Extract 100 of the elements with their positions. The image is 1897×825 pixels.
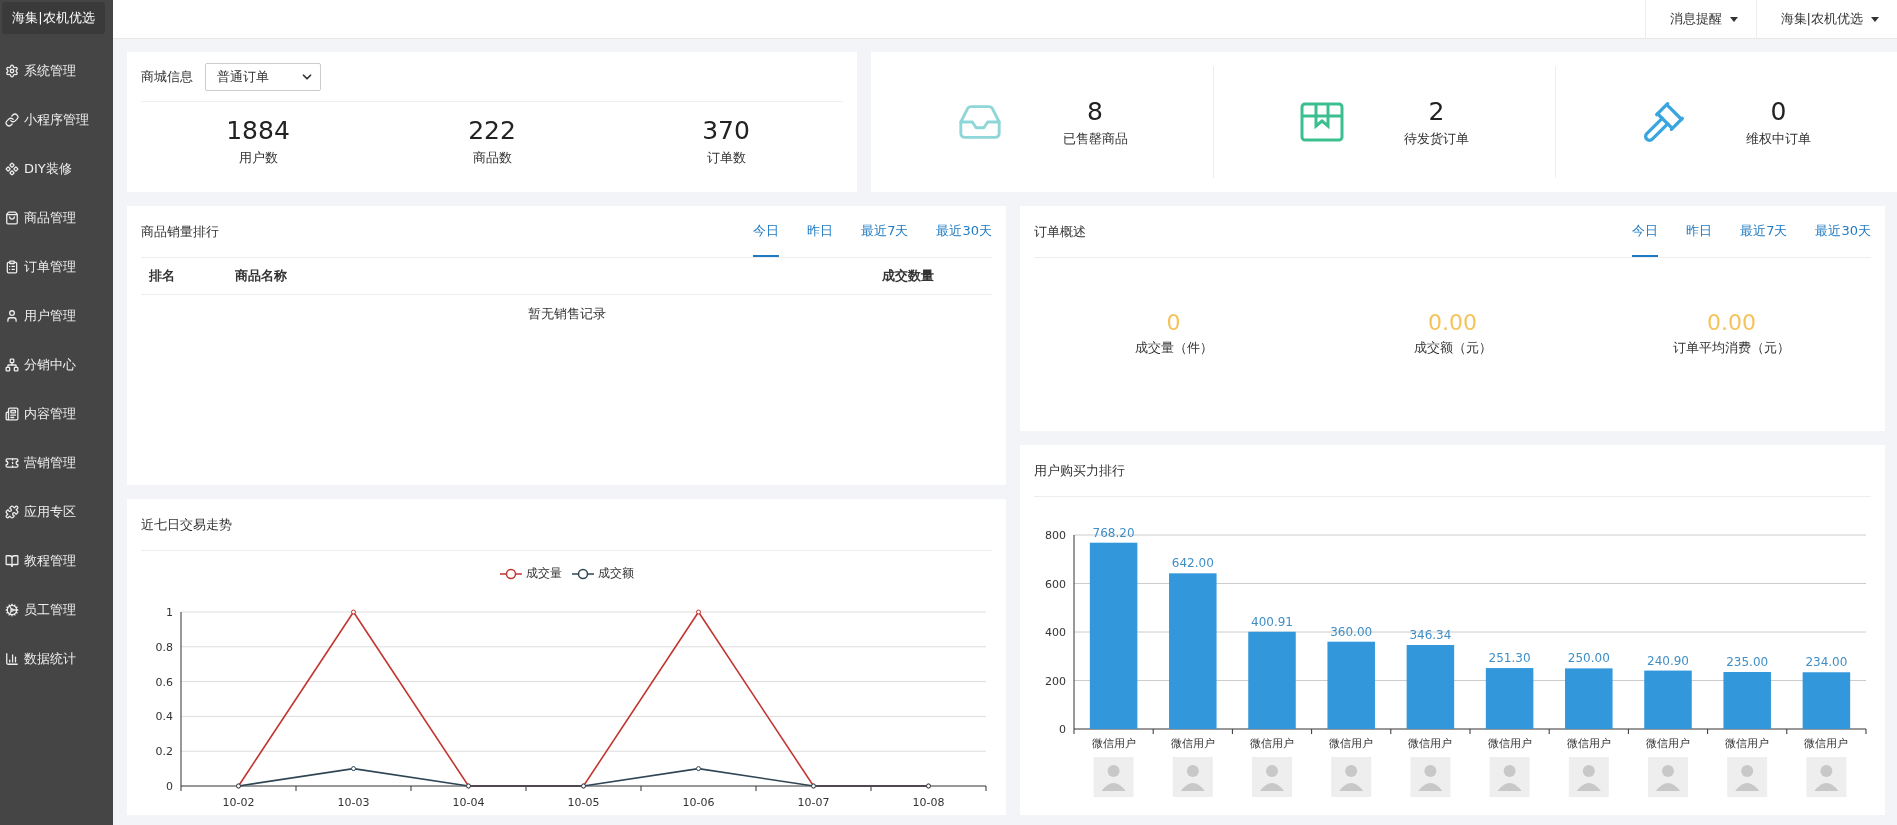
nav-item[interactable]: 用户管理 <box>0 291 113 340</box>
stat-label: 维权中订单 <box>1746 129 1811 148</box>
nav-item[interactable]: 系统管理 <box>0 46 113 95</box>
cog-icon <box>5 602 19 617</box>
period-tab[interactable]: 今日 <box>753 206 780 257</box>
nav-item[interactable]: 商品管理 <box>0 193 113 242</box>
gear-icon <box>5 63 19 78</box>
header-menu[interactable]: 消息提醒 <box>1644 0 1756 38</box>
nav-item[interactable]: 订单管理 <box>0 242 113 291</box>
nav-item[interactable]: 内容管理 <box>0 389 113 438</box>
legend-marker-icon <box>571 567 594 580</box>
axis-tick-label: 1 <box>166 606 173 619</box>
bar-value-label: 400.91 <box>1251 614 1293 629</box>
bar-value-label: 346.34 <box>1409 628 1452 642</box>
diamond-icon <box>5 161 19 176</box>
bar-value-label: 768.20 <box>1092 525 1135 540</box>
legend-marker-icon <box>499 567 522 580</box>
card-title: 商城信息 <box>141 67 193 86</box>
metric-value: 0.00 <box>1428 310 1477 335</box>
bar-value-label: 360.00 <box>1330 624 1373 639</box>
avatar-icon <box>1727 757 1768 797</box>
avatar-icon <box>1489 757 1530 797</box>
header-menu[interactable]: 海集|农机优选 <box>1755 0 1897 38</box>
metric-value: 0.00 <box>1707 310 1756 335</box>
axis-tick-label: 10-08 <box>912 796 945 809</box>
axis-tick-label: 800 <box>1045 529 1066 542</box>
avatar-icon <box>1252 757 1292 797</box>
bag-icon <box>5 210 19 225</box>
stat-value: 8 <box>1087 96 1103 126</box>
axis-tick-label: 10-05 <box>567 796 600 809</box>
period-tab[interactable]: 昨日 <box>1686 206 1713 257</box>
column-header: 排名 <box>149 267 176 285</box>
axis-tick-label: 600 <box>1045 577 1066 591</box>
axis-tick-label: 微信用户 <box>1250 737 1294 750</box>
nav-item[interactable]: 小程序管理 <box>0 95 113 144</box>
period-tab[interactable]: 最近30天 <box>936 206 992 257</box>
axis-tick-label: 0 <box>166 780 173 793</box>
axis-tick-label: 0.6 <box>155 675 173 689</box>
bar-value-label: 250.00 <box>1567 651 1610 666</box>
ticket-icon <box>5 455 19 470</box>
stat-value: 1884 <box>226 116 290 145</box>
period-tab[interactable]: 最近30天 <box>1815 206 1871 257</box>
package-icon <box>1300 102 1344 142</box>
axis-tick-label: 微信用户 <box>1646 737 1690 750</box>
axis-tick-label: 微信用户 <box>1804 737 1849 750</box>
column-header: 商品名称 <box>235 267 288 285</box>
axis-tick-label: 微信用户 <box>1329 737 1374 750</box>
stat-label: 已售罄商品 <box>1062 129 1128 148</box>
stat-value: 2 <box>1428 96 1445 126</box>
period-tab[interactable]: 最近7天 <box>1740 206 1788 257</box>
brand-label: 海集|农机优选 <box>2 2 105 34</box>
order-type-select[interactable]: 普通订单 <box>205 62 321 91</box>
period-tab[interactable]: 最近7天 <box>861 206 909 257</box>
book-icon <box>5 553 19 568</box>
panel-title: 订单概述 <box>1034 222 1086 241</box>
panel-title: 商品销量排行 <box>141 222 219 241</box>
stat-value: 222 <box>468 116 516 145</box>
nav-item[interactable]: DIY装修 <box>0 144 113 193</box>
empty-message: 暂无销售记录 <box>527 306 606 321</box>
period-tab[interactable]: 今日 <box>1632 206 1659 257</box>
axis-tick-label: 0 <box>1059 723 1066 736</box>
panel-icon <box>5 406 19 421</box>
panel-title: 近七日交易走势 <box>141 515 232 534</box>
legend-label: 成交量 <box>525 565 562 582</box>
clipboard-icon <box>5 259 19 274</box>
axis-tick-label: 微信用户 <box>1091 737 1136 750</box>
metric-label: 订单平均消费（元） <box>1673 339 1790 357</box>
gavel-icon <box>1642 100 1686 144</box>
stat-value: 0 <box>1770 96 1787 126</box>
axis-tick-label: 10-02 <box>222 796 255 809</box>
avatar-icon <box>1331 757 1372 797</box>
panel-title: 用户购买力排行 <box>1034 461 1125 480</box>
axis-tick-label: 200 <box>1045 674 1066 688</box>
bar-value-label: 642.00 <box>1171 556 1214 571</box>
nav-item[interactable]: 应用专区 <box>0 487 113 536</box>
axis-tick-label: 0.8 <box>155 640 173 654</box>
axis-tick-label: 0.4 <box>155 710 173 724</box>
axis-tick-label: 10-04 <box>452 796 485 809</box>
avatar-icon <box>1172 757 1213 797</box>
stat-label: 商品数 <box>472 149 512 167</box>
stat-label: 订单数 <box>706 149 746 167</box>
nav-item[interactable]: 教程管理 <box>0 536 113 585</box>
avatar-icon <box>1093 757 1134 797</box>
axis-tick-label: 0.2 <box>155 745 173 759</box>
avatar-icon <box>1648 757 1688 797</box>
nav-item[interactable]: 数据统计 <box>0 634 113 683</box>
axis-tick-label: 10-03 <box>337 796 370 809</box>
avatar-icon <box>1568 757 1609 797</box>
axis-tick-label: 10-07 <box>797 796 830 809</box>
avatar-icon <box>1806 757 1847 797</box>
stat-label: 用户数 <box>238 149 278 167</box>
avatar-icon <box>1410 757 1451 797</box>
puzzle-icon <box>5 504 19 519</box>
period-tab[interactable]: 昨日 <box>807 206 834 257</box>
nav-item[interactable]: 分销中心 <box>0 340 113 389</box>
nav-item[interactable]: 员工管理 <box>0 585 113 634</box>
axis-tick-label: 微信用户 <box>1566 737 1611 750</box>
nav-item[interactable]: 营销管理 <box>0 438 113 487</box>
bar-value-label: 251.30 <box>1488 651 1531 666</box>
axis-tick-label: 微信用户 <box>1170 737 1215 750</box>
